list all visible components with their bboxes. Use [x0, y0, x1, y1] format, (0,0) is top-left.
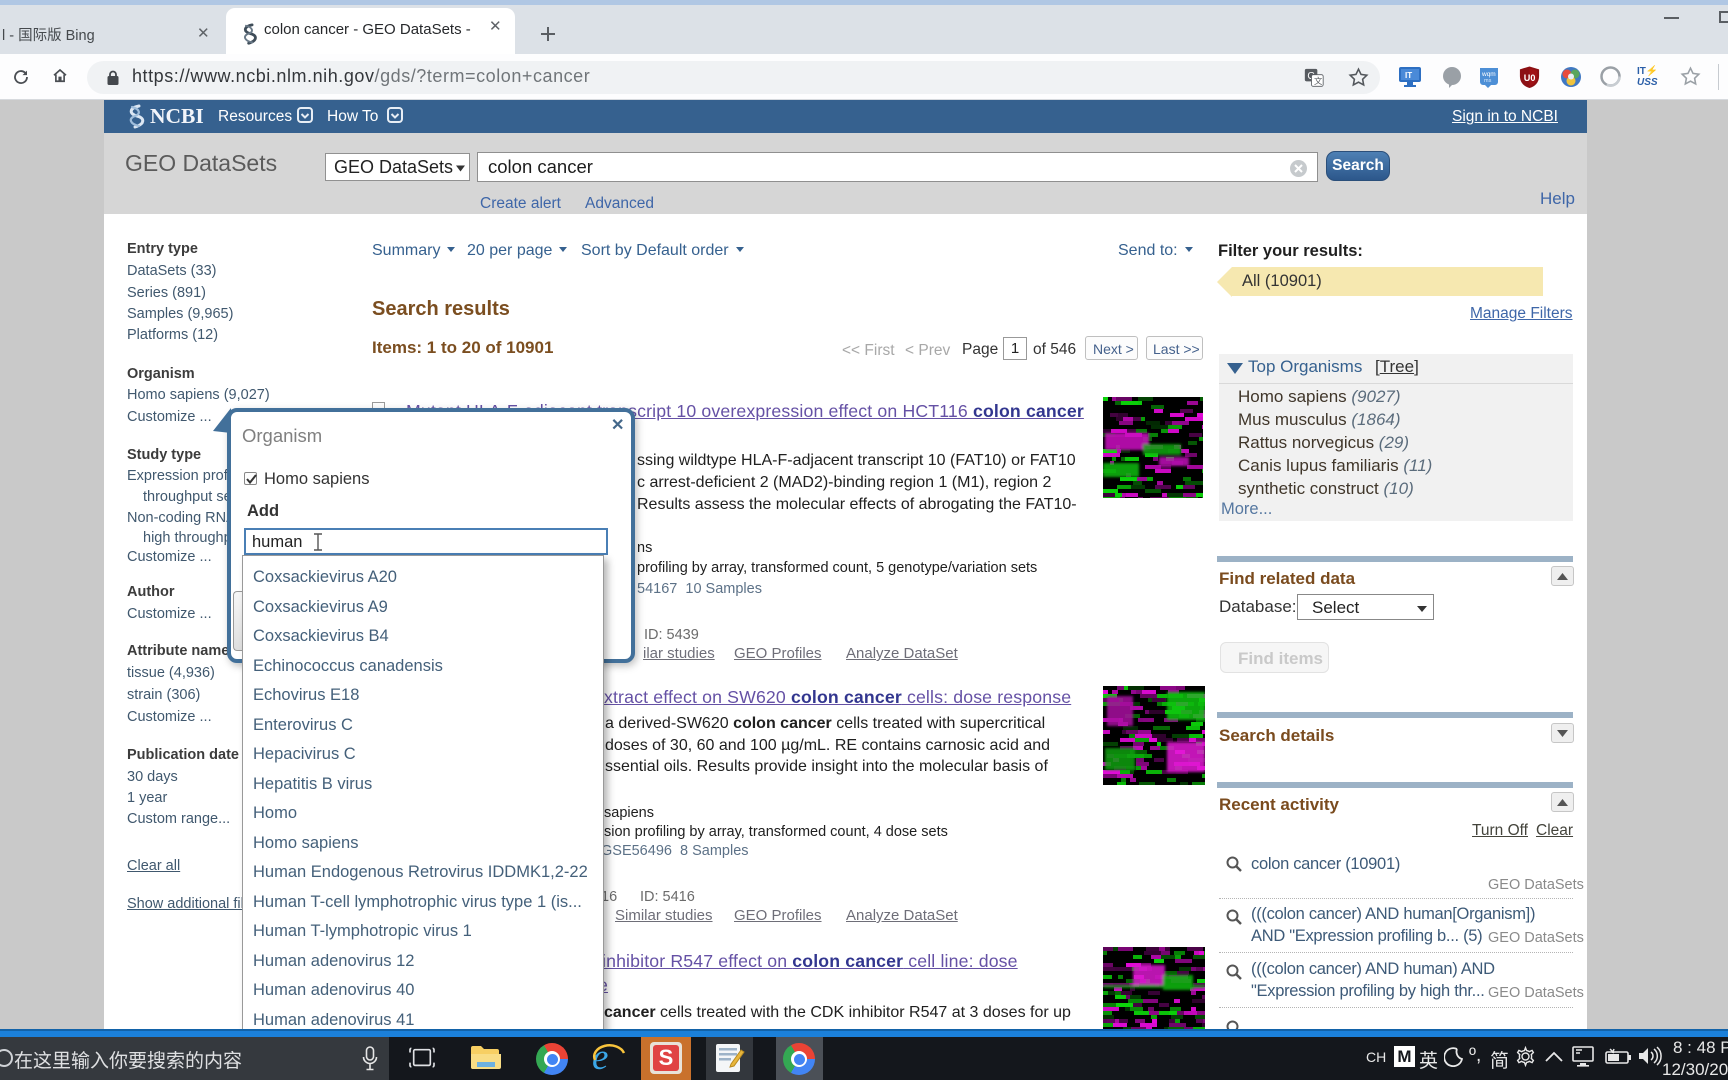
- svg-text:ms: ms: [1484, 78, 1492, 84]
- svg-text:文: 文: [1314, 76, 1323, 86]
- svg-text:IT: IT: [1405, 71, 1412, 80]
- svg-text:wqm: wqm: [1481, 71, 1496, 78]
- svg-text:U0: U0: [1524, 73, 1536, 83]
